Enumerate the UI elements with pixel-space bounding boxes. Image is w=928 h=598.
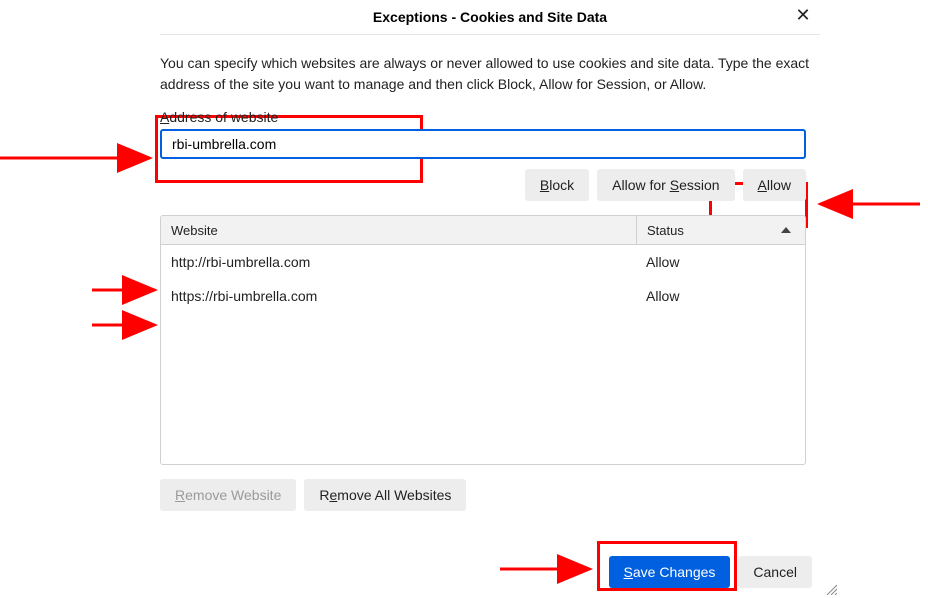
address-input[interactable] (160, 129, 806, 159)
allow-for-session-button[interactable]: Allow for Session (597, 169, 734, 201)
close-icon[interactable]: ✕ (786, 0, 820, 34)
table-row[interactable]: https://rbi-umbrella.com Allow (161, 279, 805, 313)
exceptions-table: Website Status http://rbi-umbrella.com A… (160, 215, 806, 465)
sort-asc-icon (781, 227, 791, 233)
column-status[interactable]: Status (636, 216, 805, 244)
table-header: Website Status (161, 216, 805, 245)
allow-button[interactable]: Allow (743, 169, 806, 201)
dialog-description: You can specify which websites are alway… (160, 53, 820, 95)
save-changes-button[interactable]: Save Changes (609, 556, 731, 588)
dialog-title: Exceptions - Cookies and Site Data (373, 9, 607, 25)
table-row[interactable]: http://rbi-umbrella.com Allow (161, 245, 805, 279)
exceptions-dialog: Exceptions - Cookies and Site Data ✕ You… (140, 0, 840, 598)
resize-grip-icon[interactable] (825, 583, 837, 595)
remove-all-websites-button[interactable]: Remove All Websites (304, 479, 466, 511)
dialog-header: Exceptions - Cookies and Site Data ✕ (160, 0, 820, 35)
remove-website-button[interactable]: Remove Website (160, 479, 296, 511)
block-button[interactable]: Block (525, 169, 589, 201)
column-website[interactable]: Website (161, 223, 636, 238)
address-label: Address of website (160, 109, 820, 125)
cancel-button[interactable]: Cancel (738, 556, 812, 588)
